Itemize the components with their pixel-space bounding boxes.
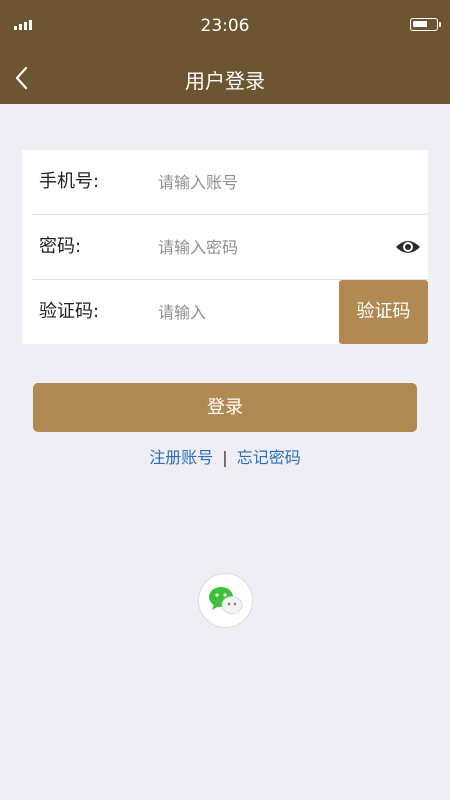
login-button[interactable]: 登录 — [33, 383, 417, 432]
get-code-button[interactable]: 验证码 — [339, 280, 428, 344]
account-links: 注册账号 | 忘记密码 — [0, 444, 450, 468]
nav-bar: 用户登录 — [0, 52, 450, 104]
status-bar: 23:06 — [0, 0, 450, 52]
password-row: 密码: — [22, 215, 428, 279]
password-visibility-toggle[interactable] — [394, 235, 422, 259]
password-input[interactable] — [158, 229, 358, 265]
password-label: 密码: — [39, 236, 82, 257]
wechat-login-button[interactable] — [198, 573, 253, 628]
status-time: 23:06 — [200, 16, 250, 36]
link-separator: | — [222, 448, 228, 467]
eye-icon — [396, 241, 420, 253]
forgot-password-link[interactable]: 忘记密码 — [237, 448, 301, 467]
phone-row: 手机号: — [22, 150, 428, 214]
phone-input[interactable] — [158, 164, 358, 200]
phone-label: 手机号: — [39, 171, 100, 192]
battery-icon — [410, 18, 441, 31]
wechat-icon — [209, 587, 243, 616]
code-row: 验证码: 验证码 — [22, 280, 428, 344]
code-label: 验证码: — [39, 301, 100, 322]
code-input[interactable] — [158, 294, 328, 330]
app-header: 23:06 用户登录 — [0, 0, 450, 104]
register-link[interactable]: 注册账号 — [149, 448, 213, 467]
login-form: 手机号: 密码: 验证码: 验证码 — [22, 150, 428, 344]
page-title: 用户登录 — [185, 69, 265, 93]
